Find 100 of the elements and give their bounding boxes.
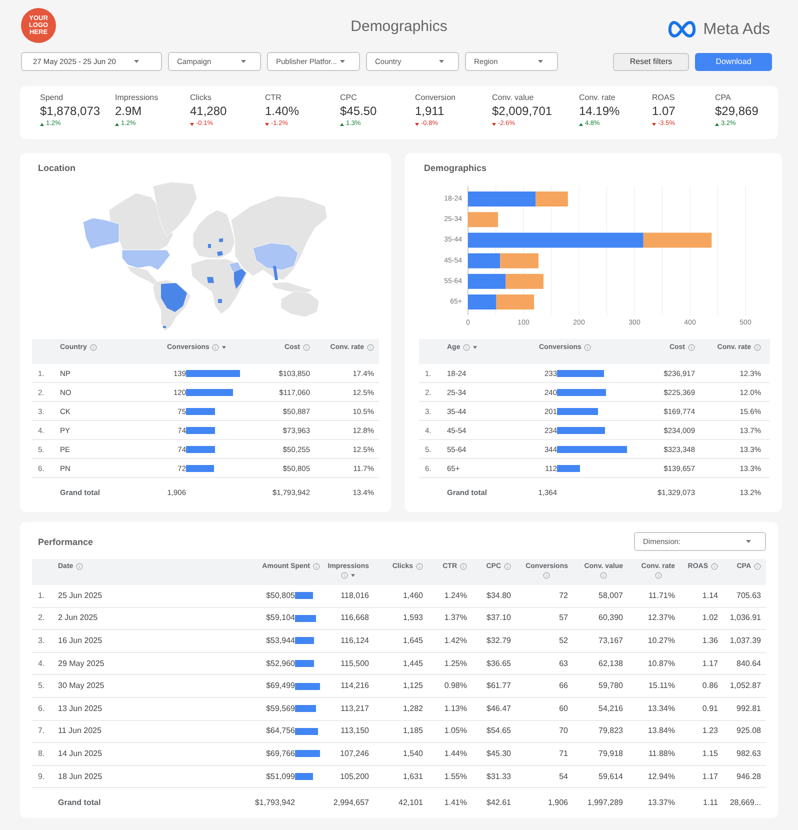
- kpi-label: ROAS: [652, 92, 675, 103]
- table-cell: 1,037.39: [730, 636, 761, 646]
- info-icon: [754, 344, 761, 351]
- table-cell: 113,150: [340, 726, 369, 736]
- table-cell: 54,216: [598, 704, 623, 714]
- data-bar: [186, 408, 216, 414]
- data-bar: [186, 426, 215, 434]
- table-cell: 59,780: [598, 681, 623, 692]
- table-cell: 1.02: [702, 613, 718, 624]
- chart-bar: [468, 212, 498, 228]
- kpi-label: CPA: [715, 92, 731, 103]
- info-icon: [90, 344, 97, 351]
- card-title: Demographics: [424, 163, 487, 173]
- info-icon: [584, 344, 592, 351]
- table-cell: 982.63: [736, 748, 761, 759]
- data-bar: [295, 705, 316, 712]
- table-cell: 1,185: [402, 726, 423, 736]
- table-cell: 54: [559, 772, 568, 782]
- data-bar: [557, 370, 604, 376]
- info-icon: [654, 572, 662, 579]
- table-cell: 15.11%: [648, 681, 675, 692]
- download-button[interactable]: Download: [695, 52, 772, 70]
- table-cell: 1.17: [702, 658, 718, 669]
- data-bar: [295, 773, 314, 780]
- kpi-label: CPC: [340, 92, 357, 103]
- info-icon: [212, 344, 220, 351]
- table-cell: 11.71%: [648, 590, 675, 601]
- table-cell: 25 Jun 2025: [58, 590, 102, 601]
- info-icon: [303, 344, 310, 351]
- table-cell: 57: [559, 613, 568, 624]
- table-cell: 1.25%: [444, 658, 467, 669]
- info-icon: [463, 344, 470, 351]
- data-bar: [295, 750, 320, 758]
- table-cell: 1,125: [402, 681, 423, 692]
- table-cell: $31.33: [486, 772, 511, 782]
- row-number: 6.: [38, 704, 45, 714]
- chart-bar: [500, 253, 538, 268]
- sort-caret-icon[interactable]: [351, 574, 356, 577]
- row-number: 3.: [38, 636, 45, 646]
- table-cell: 10.27%: [648, 636, 675, 646]
- data-bar: [295, 614, 316, 622]
- data-bar: [295, 728, 318, 735]
- info-icon: [504, 563, 511, 570]
- row-number: 4.: [38, 658, 45, 669]
- info-icon: [313, 563, 320, 570]
- kpi-value: 1.07: [652, 103, 676, 119]
- data-bar: [186, 464, 214, 472]
- table-cell: 105,200: [340, 772, 369, 782]
- table-cell: 992.81: [736, 704, 761, 714]
- total-cell: 2,994,657: [333, 798, 369, 808]
- table-cell: $36.65: [486, 658, 511, 669]
- table-cell: 60: [559, 704, 568, 714]
- table-cell: 79,823: [598, 726, 623, 736]
- data-bar: [186, 446, 215, 452]
- table-cell: 71: [559, 748, 568, 759]
- table-cell: 1,036.91: [730, 613, 761, 624]
- kpi-value: $29,869: [715, 103, 758, 119]
- chart-bar: [468, 274, 506, 289]
- chart-bar: [468, 253, 500, 268]
- caret-icon: [134, 60, 139, 63]
- kpi-label: Conv. value: [492, 92, 534, 103]
- table-cell: 107,246: [340, 748, 369, 759]
- table-cell: 116,124: [340, 636, 369, 646]
- table-cell: 1,052.87: [730, 681, 761, 692]
- table-cell: 72: [559, 590, 568, 601]
- sort-caret-icon[interactable]: [222, 346, 226, 349]
- table-cell: $53,944: [266, 636, 295, 646]
- total-cell: 1,997,289: [587, 798, 623, 808]
- total-label: Grand total: [58, 798, 101, 808]
- table-cell: 62,138: [598, 658, 623, 669]
- table-cell: 1,540: [402, 748, 423, 759]
- info-icon: [341, 572, 348, 579]
- table-cell: 13.84%: [648, 726, 675, 736]
- table-cell: 12.94%: [648, 772, 675, 782]
- table-cell: $32.79: [486, 636, 511, 646]
- table-cell: 1,631: [402, 772, 423, 782]
- sort-caret-icon[interactable]: [473, 346, 478, 349]
- chart-bar: [468, 294, 496, 310]
- kpi-label: Conv. rate: [579, 92, 616, 103]
- infinity-logo-icon: [668, 20, 696, 39]
- table-cell: 58,007: [598, 590, 623, 601]
- table-cell: 1.44%: [444, 748, 467, 759]
- table-cell: 113,217: [340, 704, 369, 714]
- table-cell: 11 Jun 2025: [58, 726, 102, 736]
- kpi-value: 1.40%: [265, 103, 300, 119]
- table-cell: $51,099: [266, 772, 295, 782]
- table-cell: 1.24%: [444, 590, 467, 601]
- table-cell: 115,500: [340, 658, 369, 669]
- table-cell: 1.15: [702, 748, 718, 759]
- info-icon: [711, 563, 718, 570]
- reset-button[interactable]: Reset filters: [613, 52, 689, 70]
- kpi-value: $1,878,073: [40, 103, 100, 119]
- table-cell: 705.63: [736, 590, 761, 601]
- table-cell: 0.91: [702, 704, 718, 714]
- row-number: 2.: [38, 613, 45, 624]
- table-cell: $45.30: [486, 748, 511, 759]
- brand-name: Meta Ads: [703, 20, 770, 38]
- kpi-label: CTR: [265, 92, 282, 103]
- data-bar: [557, 446, 627, 452]
- total-cell: 28,669...: [730, 798, 761, 808]
